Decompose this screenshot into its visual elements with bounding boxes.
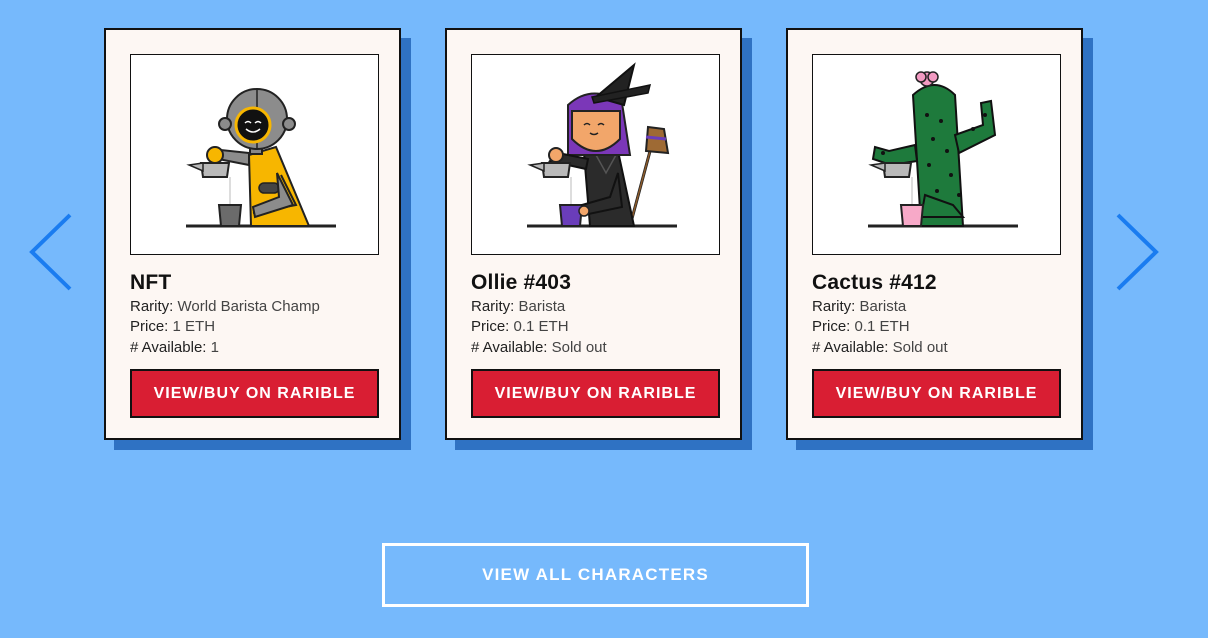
- rarity-value: Barista: [518, 298, 566, 315]
- available-value: Sold out: [551, 339, 607, 356]
- card-title: Cactus #412: [812, 271, 937, 294]
- price-line: Price: 0.1 ETH: [471, 318, 569, 336]
- chevron-right-icon: [1116, 213, 1159, 291]
- available-label: # Available:: [471, 339, 548, 356]
- nft-card: NFT Rarity: World Barista Champ Price: 1…: [104, 28, 401, 440]
- rarity-label: Rarity:: [812, 298, 856, 315]
- price-label: Price:: [812, 318, 851, 335]
- view-all-characters-button[interactable]: VIEW ALL CHARACTERS: [382, 543, 809, 607]
- carousel-next-button[interactable]: [1116, 212, 1160, 292]
- card-title: NFT: [130, 271, 172, 294]
- available-line: # Available: Sold out: [471, 339, 607, 357]
- carousel-prev-button[interactable]: [28, 212, 72, 292]
- available-value: Sold out: [892, 339, 948, 356]
- price-label: Price:: [130, 318, 169, 335]
- available-value: 1: [210, 339, 219, 356]
- rarity-value: World Barista Champ: [177, 298, 320, 315]
- nft-card: Cactus #412 Rarity: Barista Price: 0.1 E…: [786, 28, 1083, 440]
- buy-on-rarible-button[interactable]: VIEW/BUY ON RARIBLE: [130, 369, 379, 418]
- available-label: # Available:: [812, 339, 889, 356]
- card-title: Ollie #403: [471, 271, 572, 294]
- robot-barista-image[interactable]: [130, 54, 379, 255]
- rarity-line: Rarity: Barista: [812, 298, 906, 316]
- buy-on-rarible-button[interactable]: VIEW/BUY ON RARIBLE: [471, 369, 720, 418]
- cactus-barista-image[interactable]: [812, 54, 1061, 255]
- price-value: 0.1 ETH: [513, 318, 569, 335]
- price-line: Price: 1 ETH: [130, 318, 215, 336]
- price-line: Price: 0.1 ETH: [812, 318, 910, 336]
- available-line: # Available: Sold out: [812, 339, 948, 357]
- available-label: # Available:: [130, 339, 207, 356]
- rarity-value: Barista: [859, 298, 907, 315]
- rarity-label: Rarity:: [130, 298, 174, 315]
- rarity-line: Rarity: World Barista Champ: [130, 298, 320, 316]
- buy-on-rarible-button[interactable]: VIEW/BUY ON RARIBLE: [812, 369, 1061, 418]
- available-line: # Available: 1: [130, 339, 219, 357]
- price-value: 0.1 ETH: [854, 318, 910, 335]
- witch-barista-image[interactable]: [471, 54, 720, 255]
- chevron-left-icon: [29, 213, 72, 291]
- price-value: 1 ETH: [172, 318, 216, 335]
- price-label: Price:: [471, 318, 510, 335]
- rarity-label: Rarity:: [471, 298, 515, 315]
- nft-card: Ollie #403 Rarity: Barista Price: 0.1 ET…: [445, 28, 742, 440]
- rarity-line: Rarity: Barista: [471, 298, 565, 316]
